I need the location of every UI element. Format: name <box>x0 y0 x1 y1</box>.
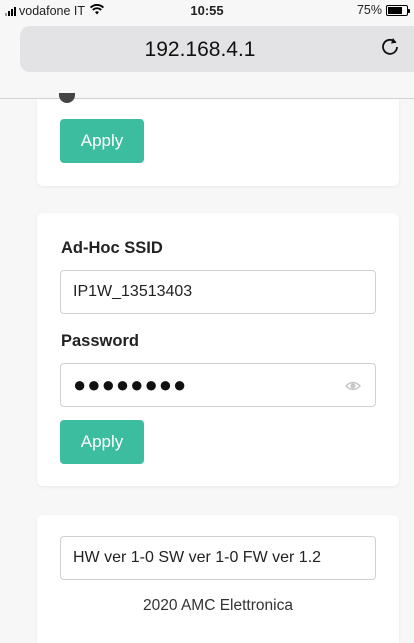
ssid-value: IP1W_13513403 <box>73 283 193 300</box>
radio-button-partial[interactable] <box>59 93 75 103</box>
footer-text: 2020 AMC Elettronica <box>143 597 293 614</box>
ssid-label: Ad-Hoc SSID <box>61 239 163 257</box>
status-bar: vodafone IT 10:55 75% <box>0 0 414 20</box>
password-value: ●●●●●●●● <box>73 372 188 397</box>
clock: 10:55 <box>190 3 224 18</box>
info-card: HW ver 1-0 SW ver 1-0 FW ver 1.2 2020 AM… <box>37 515 399 643</box>
reload-icon[interactable] <box>378 36 402 60</box>
apply-button-top[interactable]: Apply <box>60 119 144 163</box>
ssid-input[interactable]: IP1W_13513403 <box>60 270 376 314</box>
adhoc-card: Ad-Hoc SSID IP1W_13513403 Password ●●●●●… <box>37 213 399 486</box>
password-label: Password <box>61 332 139 350</box>
version-field[interactable]: HW ver 1-0 SW ver 1-0 FW ver 1.2 <box>60 536 376 580</box>
apply-button-adhoc[interactable]: Apply <box>60 420 144 464</box>
url-text[interactable]: 192.168.4.1 <box>20 38 380 62</box>
battery-icon <box>386 4 410 16</box>
status-right: 75% <box>356 3 410 17</box>
settings-card-top: Apply <box>37 93 399 186</box>
address-bar[interactable]: 192.168.4.1 <box>20 26 414 72</box>
eye-icon[interactable] <box>345 379 361 393</box>
battery-percent: 75% <box>356 3 382 17</box>
password-input[interactable]: ●●●●●●●● <box>60 363 376 407</box>
battery-fill <box>388 6 402 14</box>
version-text: HW ver 1-0 SW ver 1-0 FW ver 1.2 <box>73 549 322 566</box>
